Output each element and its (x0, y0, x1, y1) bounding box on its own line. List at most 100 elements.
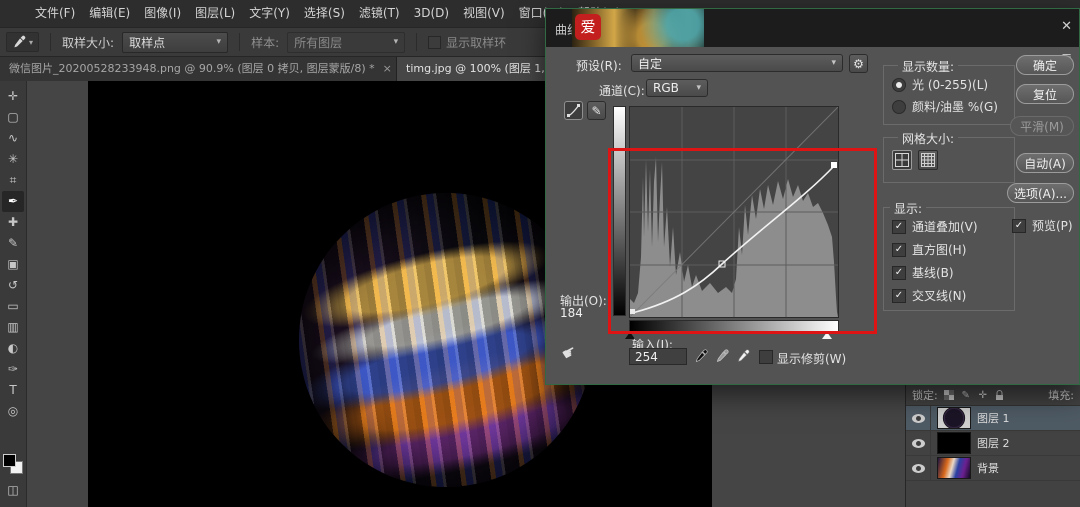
input-value-field[interactable]: 254 (629, 348, 687, 365)
layer-thumbnail[interactable] (937, 432, 971, 454)
color-swatches[interactable] (2, 453, 24, 475)
crop-tool[interactable]: ⌗ (2, 170, 24, 191)
visibility-toggle[interactable] (906, 456, 931, 480)
show-sampling-ring-label: 显示取样环 (446, 34, 506, 51)
edit-points-tool-button[interactable] (564, 101, 583, 120)
chevron-down-icon: ▾ (29, 38, 33, 47)
layer-name[interactable]: 图层 2 (977, 435, 1010, 451)
auto-button[interactable]: 自动(A) (1016, 153, 1074, 173)
tab-title: 微信图片_20200528233948.png @ 90.9% (图层 0 拷贝… (9, 60, 375, 76)
layer-row-background[interactable]: 背景 (906, 456, 1080, 481)
photoshop-window: 文件(F) 编辑(E) 图像(I) 图层(L) 文字(Y) 选择(S) 滤镜(T… (0, 0, 1080, 507)
zoom-tool[interactable]: ◎ (2, 401, 24, 422)
gray-point-eyedropper-button[interactable] (713, 347, 731, 365)
visibility-toggle[interactable] (906, 431, 931, 455)
menu-item-3d[interactable]: 3D(D) (407, 0, 456, 27)
channel-label: 通道(C): (599, 82, 645, 99)
layer-thumbnail[interactable] (937, 407, 971, 429)
menu-item-file[interactable]: 文件(F) (28, 0, 82, 27)
detailed-grid-button[interactable] (918, 150, 938, 170)
tab-close-icon[interactable]: × (383, 62, 392, 75)
channel-overlays-checkbox[interactable]: ✓ 通道叠加(V) (892, 218, 978, 235)
simple-grid-button[interactable] (892, 150, 912, 170)
radio-pigment-ink-label: 颜料/油墨 %(G) (912, 98, 998, 115)
checkbox-icon (428, 36, 441, 49)
quick-mask-button[interactable]: ◫ (2, 480, 24, 501)
lock-all-icon[interactable] (994, 389, 1006, 401)
layer-name[interactable]: 背景 (977, 460, 999, 476)
targeted-adjustment-icon[interactable]: ☛ (558, 341, 580, 365)
layer-row-layer1[interactable]: 图层 1 (906, 406, 1080, 431)
eraser-tool[interactable]: ▭ (2, 296, 24, 317)
radio-pigment-ink[interactable]: 颜料/油墨 %(G) (892, 98, 998, 115)
tools-panel: ✛ ▢ ∿ ✳ ⌗ ✒ ✚ ✎ ▣ ↺ ▭ ▥ ◐ ✑ T ◎ ◫ (0, 81, 27, 507)
checkbox-check-icon: ✓ (892, 220, 906, 234)
show-group: 显示: ✓ 通道叠加(V) ✓ 直方图(H) ✓ 基线(B) ✓ 交叉线(N) (883, 207, 1015, 311)
eye-icon (912, 464, 925, 473)
active-tool-chip[interactable]: ▾ (6, 32, 39, 52)
toolbar-bottom-group: ◫ (2, 453, 24, 501)
clone-stamp-tool[interactable]: ▣ (2, 254, 24, 275)
foreground-color-swatch[interactable] (3, 454, 16, 467)
layer-row-layer2[interactable]: 图层 2 (906, 431, 1080, 456)
dialog-title-bar[interactable]: 曲线 爱 ✕ (546, 9, 1079, 47)
history-brush-tool[interactable]: ↺ (2, 275, 24, 296)
menu-item-filter[interactable]: 滤镜(T) (352, 0, 407, 27)
visibility-toggle[interactable] (906, 406, 931, 430)
show-sampling-ring-checkbox: 显示取样环 (428, 34, 506, 51)
histogram-checkbox[interactable]: ✓ 直方图(H) (892, 241, 966, 258)
ok-button[interactable]: 确定 (1016, 55, 1074, 75)
gradient-tool[interactable]: ▥ (2, 317, 24, 338)
baseline-checkbox[interactable]: ✓ 基线(B) (892, 264, 954, 281)
divider (239, 33, 240, 51)
checkbox-check-icon: ✓ (1012, 219, 1026, 233)
layer-name[interactable]: 图层 1 (977, 410, 1010, 426)
pen-tool[interactable]: ✑ (2, 359, 24, 380)
move-tool[interactable]: ✛ (2, 86, 24, 107)
marquee-tool[interactable]: ▢ (2, 107, 24, 128)
type-tool[interactable]: T (2, 380, 24, 401)
reset-button[interactable]: 复位 (1016, 84, 1074, 104)
black-point-eyedropper-button[interactable] (692, 347, 710, 365)
eyedropper-tool[interactable]: ✒ (2, 191, 24, 212)
preset-options-button[interactable]: ⚙ (849, 54, 868, 73)
radio-icon (892, 78, 906, 92)
menu-item-type[interactable]: 文字(Y) (242, 0, 297, 27)
dodge-tool[interactable]: ◐ (2, 338, 24, 359)
preview-checkbox[interactable]: ✓ 预览(P) (1012, 217, 1073, 234)
menu-item-select[interactable]: 选择(S) (297, 0, 352, 27)
close-icon[interactable]: ✕ (1061, 19, 1072, 34)
lock-transparent-icon[interactable] (943, 389, 955, 401)
sample-size-label: 取样大小: (62, 34, 114, 51)
sample-size-dropdown[interactable]: 取样点 ▾ (122, 32, 228, 53)
layers-panel: 锁定: ✎ ✛ 填充: 图层 1 图层 2 背景 (905, 385, 1080, 507)
white-point-eyedropper-button[interactable] (734, 347, 752, 365)
lock-position-icon[interactable]: ✛ (977, 389, 989, 401)
divider (50, 33, 51, 51)
draw-curve-pencil-button[interactable]: ✎ (587, 101, 606, 120)
layer-thumbnail[interactable] (937, 457, 971, 479)
show-legend: 显示: (890, 200, 926, 217)
intersection-line-checkbox[interactable]: ✓ 交叉线(N) (892, 287, 966, 304)
menu-item-view[interactable]: 视图(V) (456, 0, 512, 27)
tab-wechat-image[interactable]: 微信图片_20200528233948.png @ 90.9% (图层 0 拷贝… (0, 55, 397, 81)
menu-item-layer[interactable]: 图层(L) (188, 0, 242, 27)
menu-item-image[interactable]: 图像(I) (137, 0, 188, 27)
preset-dropdown[interactable]: 自定 ▾ (631, 54, 843, 72)
show-clipping-checkbox[interactable] (759, 350, 773, 364)
checkbox-check-icon: ✓ (892, 243, 906, 257)
healing-brush-tool[interactable]: ✚ (2, 212, 24, 233)
lasso-tool[interactable]: ∿ (2, 128, 24, 149)
divider (416, 33, 417, 51)
radio-light-levels[interactable]: 光 (0-255)(L) (892, 76, 988, 93)
options-button[interactable]: 选项(A)... (1007, 183, 1074, 203)
quick-select-tool[interactable]: ✳ (2, 149, 24, 170)
fill-label: 填充: (1048, 387, 1074, 403)
radio-light-levels-label: 光 (0-255)(L) (912, 76, 988, 93)
channel-dropdown[interactable]: RGB ▾ (646, 79, 708, 97)
channel-overlays-label: 通道叠加(V) (912, 218, 978, 235)
lock-pixels-icon[interactable]: ✎ (960, 389, 972, 401)
menu-item-edit[interactable]: 编辑(E) (82, 0, 137, 27)
pencil-icon: ✎ (591, 104, 601, 118)
brush-tool[interactable]: ✎ (2, 233, 24, 254)
